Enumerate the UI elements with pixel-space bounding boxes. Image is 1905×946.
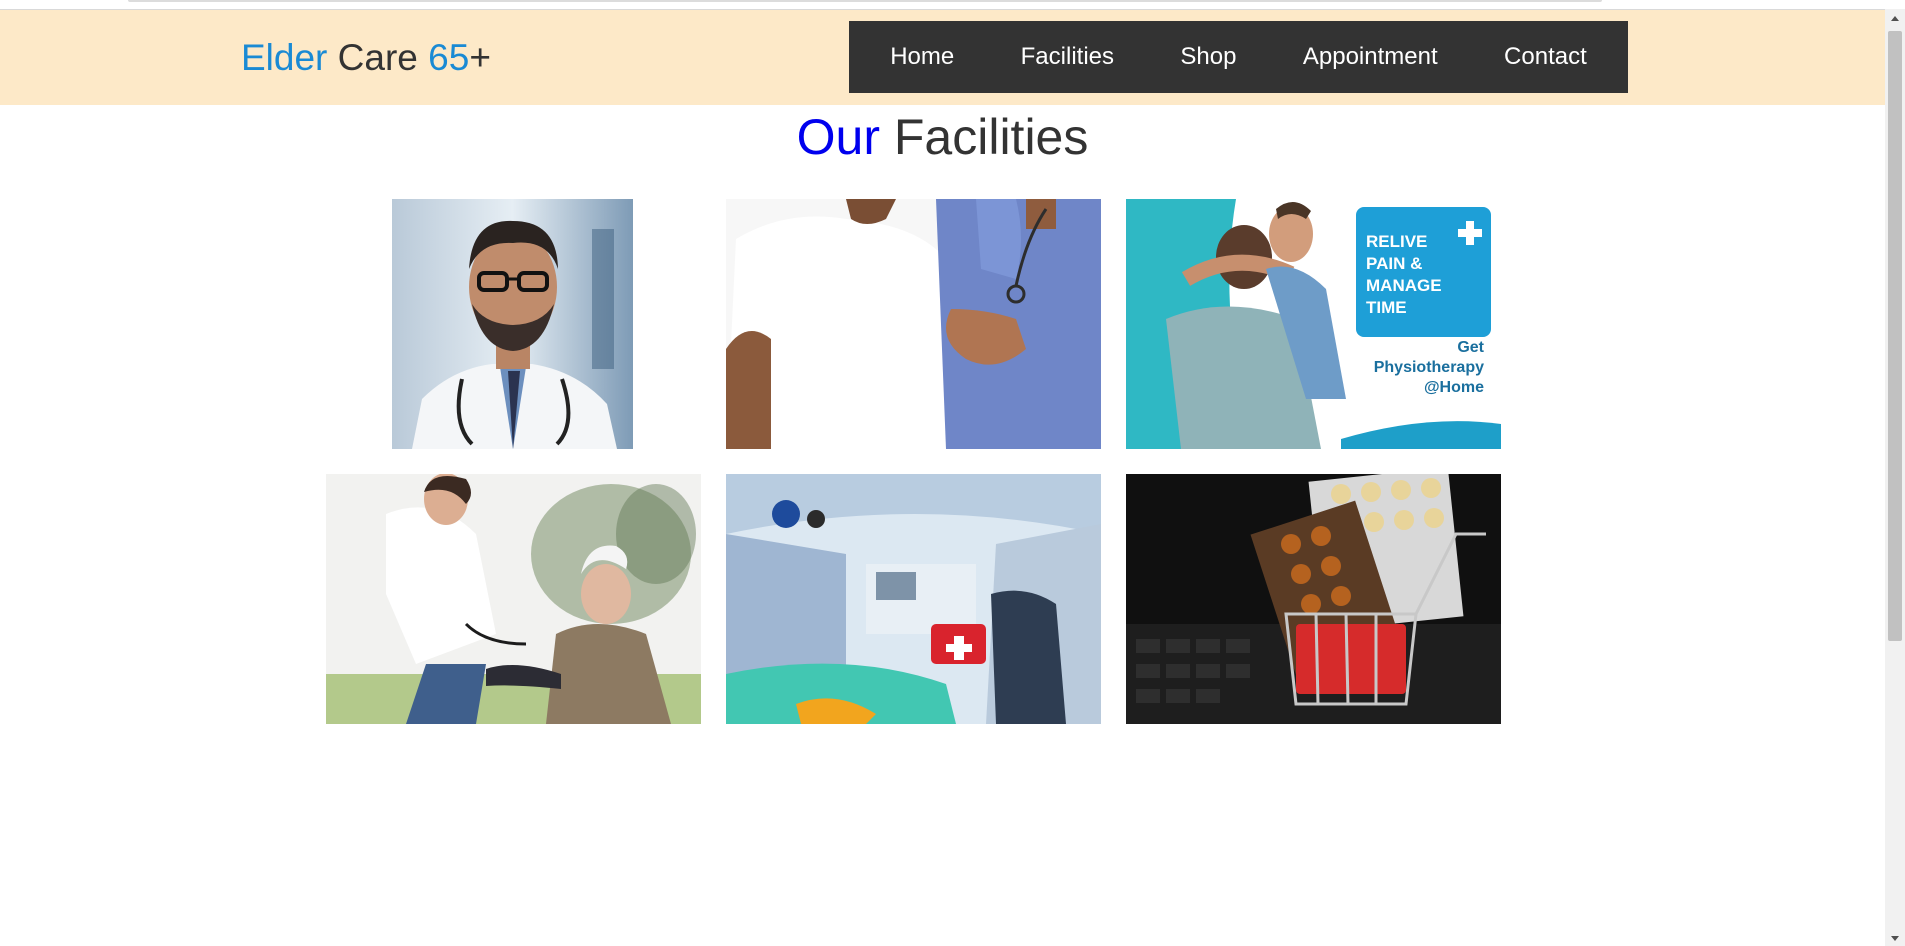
- nav-facilities[interactable]: Facilities: [1021, 43, 1114, 71]
- physiotherapy-banner-image: RELIVE PAIN & MANAGE TIME Get Physiother…: [1126, 199, 1501, 449]
- nursing-care-image: [726, 199, 1101, 449]
- ambulance-interior-image: [726, 474, 1101, 724]
- scroll-down-arrow-icon[interactable]: [1891, 936, 1899, 941]
- address-bar-edge: [128, 0, 1602, 2]
- banner-line-4: TIME: [1366, 298, 1407, 317]
- banner-line-3: MANAGE: [1366, 276, 1442, 295]
- browser-top-strip: [0, 0, 1885, 10]
- page-title-rest: Facilities: [879, 109, 1089, 165]
- facility-image-nursing-care: [726, 199, 1101, 449]
- banner-cta-2: Physiotherapy: [1374, 359, 1484, 376]
- health-checkup-image: [326, 474, 701, 724]
- logo-word-care: Care: [327, 37, 429, 78]
- doctor-portrait-image: [392, 199, 633, 449]
- facility-image-physiotherapy: RELIVE PAIN & MANAGE TIME Get Physiother…: [1126, 199, 1501, 449]
- vertical-scrollbar[interactable]: [1885, 9, 1905, 946]
- scroll-up-arrow-icon[interactable]: [1891, 16, 1899, 21]
- banner-cta-3: @Home: [1424, 379, 1484, 396]
- facility-image-pharmacy: [1126, 474, 1501, 724]
- facility-image-doctor: [392, 199, 633, 449]
- page-title-accent: Our: [796, 109, 880, 165]
- logo-word-elder: Elder: [241, 37, 328, 78]
- facility-image-ambulance: [726, 474, 1101, 724]
- scrollbar-thumb[interactable]: [1888, 31, 1902, 641]
- nav-home[interactable]: Home: [890, 43, 954, 71]
- pharmacy-cart-image: [1126, 474, 1501, 724]
- main-nav: Home Facilities Shop Appointment Contact: [849, 21, 1628, 93]
- site-logo[interactable]: Elder Care 65+: [241, 36, 491, 80]
- banner-line-2: PAIN &: [1366, 254, 1422, 273]
- banner-line-1: RELIVE: [1366, 232, 1427, 251]
- banner-cta-1: Get: [1457, 339, 1484, 356]
- nav-shop[interactable]: Shop: [1180, 43, 1236, 71]
- logo-number: 65: [428, 37, 470, 78]
- logo-plus: +: [469, 37, 491, 78]
- page-title: Our Facilities: [0, 108, 1885, 166]
- nav-contact[interactable]: Contact: [1504, 43, 1587, 71]
- site-header: Elder Care 65+ Home Facilities Shop Appo…: [0, 10, 1885, 105]
- nav-appointment[interactable]: Appointment: [1303, 43, 1438, 71]
- facility-image-health-checkup: [326, 474, 701, 724]
